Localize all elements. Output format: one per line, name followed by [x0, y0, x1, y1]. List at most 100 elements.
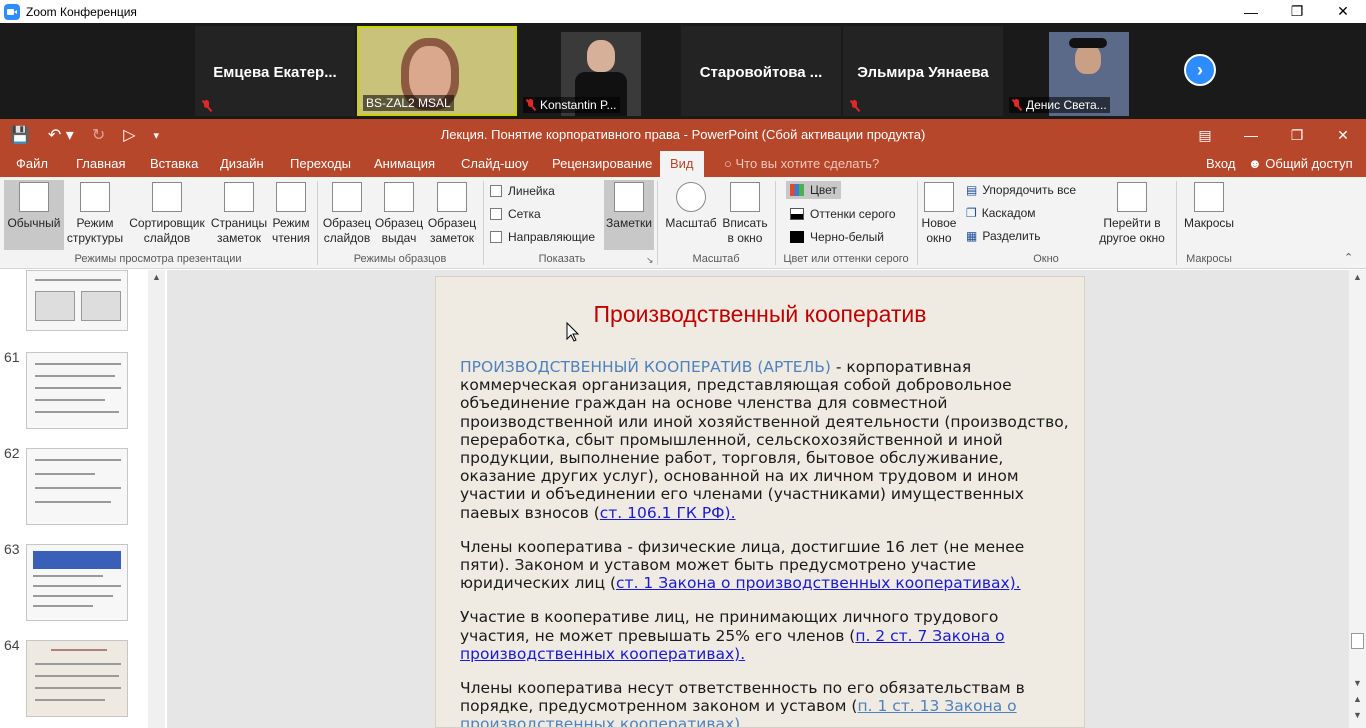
participant-label: Денис Света...	[1009, 97, 1110, 113]
close-icon[interactable]: ✕	[1320, 119, 1366, 151]
notes-page-icon	[224, 182, 254, 212]
slide-number: 61	[4, 349, 20, 365]
participant-name: Эльмира Уянаева	[857, 64, 989, 81]
participant-label: Konstantin P...	[523, 97, 620, 113]
close-icon[interactable]: ✕	[1320, 0, 1366, 23]
group-label-color: Цвет или оттенки серого	[783, 253, 909, 265]
law-link[interactable]: ст. 1 Закона о производственных кооперат…	[616, 574, 1021, 592]
slide-body[interactable]: ПРОИЗВОДСТВЕННЫЙ КООПЕРАТИВ (АРТЕЛЬ) - к…	[460, 358, 1070, 727]
split-button[interactable]: ▦ Разделить	[966, 229, 1040, 243]
arrange-all-button[interactable]: ▤ Упорядочить все	[966, 183, 1076, 197]
slide[interactable]: Производственный кооператив ПРОИЗВОДСТВЕ…	[435, 276, 1085, 728]
zoom-title-bar: Zoom Конференция — ❐ ✕	[0, 0, 1366, 23]
grayscale-icon	[790, 208, 804, 220]
slide-thumbnail[interactable]	[26, 544, 128, 621]
video-strip: Емцева Екатер... BS-ZAL2 MSAL Konstantin…	[0, 23, 1366, 119]
notes-master-button[interactable]: Образец заметок	[426, 180, 478, 246]
new-window-icon	[924, 182, 954, 212]
minimize-icon[interactable]: —	[1228, 0, 1274, 23]
tab-transitions[interactable]: Переходы	[288, 151, 353, 177]
group-label-macros: Макросы	[1186, 253, 1232, 265]
slide-title[interactable]: Производственный кооператив	[436, 301, 1084, 328]
participant-tile[interactable]: Денис Света...	[1005, 26, 1165, 116]
collapse-ribbon-icon[interactable]: ⌃	[1344, 251, 1353, 264]
participant-name: Старовойтова ...	[699, 64, 823, 81]
black-white-button[interactable]: Черно-белый	[790, 230, 884, 244]
slide-number: 64	[4, 637, 20, 653]
group-label-views: Режимы просмотра презентации	[74, 253, 242, 265]
notes-icon	[614, 182, 644, 212]
handout-master-button[interactable]: Образец выдач	[374, 180, 424, 246]
slide-thumbnail[interactable]	[26, 352, 128, 429]
color-icon	[790, 184, 804, 196]
tell-me-search[interactable]: ○ Что вы хотите сделать?	[722, 151, 881, 177]
normal-view-button[interactable]: Обычный	[4, 180, 64, 250]
notes-button[interactable]: Заметки	[604, 180, 654, 250]
slide-master-button[interactable]: Образец слайдов	[322, 180, 372, 246]
dialog-launcher-icon[interactable]: ↘	[646, 255, 654, 266]
slide-sorter-button[interactable]: Сортировщик слайдов	[126, 180, 208, 246]
tab-home[interactable]: Главная	[74, 151, 127, 177]
paragraph: Члены кооператива несут ответственность …	[460, 679, 1070, 727]
law-link[interactable]: ст. 106.1 ГК РФ).	[600, 504, 736, 522]
thumbnails-scrollbar[interactable]: ▲	[148, 270, 165, 728]
ribbon-display-options-icon[interactable]: ▤	[1182, 119, 1228, 151]
participant-tile[interactable]: Старовойтова ...	[681, 26, 841, 116]
next-page-icon[interactable]: ›	[1184, 54, 1216, 86]
group-label-zoom: Масштаб	[692, 253, 740, 265]
scroll-up-icon[interactable]: ▲	[1349, 272, 1366, 282]
tab-insert[interactable]: Вставка	[148, 151, 200, 177]
reading-view-button[interactable]: Режим чтения	[270, 180, 312, 246]
tab-slideshow[interactable]: Слайд-шоу	[459, 151, 530, 177]
notes-master-icon	[437, 182, 467, 212]
scroll-down-icon[interactable]: ▼	[1349, 678, 1366, 688]
reading-view-icon	[276, 182, 306, 212]
new-window-button[interactable]: Новое окно	[920, 180, 958, 246]
participant-name: Емцева Екатер...	[213, 64, 337, 81]
cascade-button[interactable]: ❐ Каскадом	[966, 206, 1036, 220]
tab-design[interactable]: Дизайн	[218, 151, 266, 177]
slide-thumbnail[interactable]	[26, 640, 128, 717]
share-button[interactable]: ☻ Общий доступ	[1246, 151, 1355, 177]
tab-animations[interactable]: Анимация	[372, 151, 437, 177]
next-slide-icon[interactable]: ▼	[1349, 710, 1366, 720]
participant-tile-active[interactable]: BS-ZAL2 MSAL	[357, 26, 517, 116]
slide-thumbnail[interactable]	[26, 448, 128, 525]
tab-view[interactable]: Вид	[660, 151, 704, 177]
grayscale-button[interactable]: Оттенки серого	[790, 207, 896, 221]
paragraph: Участие в кооперативе лиц, не принимающи…	[460, 608, 1005, 663]
previous-slide-icon[interactable]: ▲	[1349, 694, 1366, 704]
slide-scrollbar[interactable]: ▲ ▼ ▲ ▼	[1349, 270, 1366, 728]
notes-page-button[interactable]: Страницы заметок	[210, 180, 268, 246]
group-label-show: Показать	[538, 253, 586, 265]
scroll-up-icon[interactable]: ▲	[148, 272, 165, 282]
fit-to-window-button[interactable]: Вписать в окно	[720, 180, 770, 246]
switch-windows-button[interactable]: Перейти в другое окно	[1090, 180, 1174, 246]
signin-link[interactable]: Вход	[1204, 151, 1237, 177]
mic-muted-icon	[1012, 99, 1022, 111]
slide-thumbnail[interactable]	[26, 270, 128, 331]
outline-view-icon	[80, 182, 110, 212]
participant-tile[interactable]: Konstantin P...	[519, 26, 679, 116]
zoom-button[interactable]: Масштаб	[664, 180, 718, 231]
scrollbar-thumb[interactable]	[1351, 633, 1364, 649]
zoom-logo-icon	[4, 3, 20, 20]
minimize-icon[interactable]: —	[1228, 119, 1274, 151]
guides-checkbox[interactable]: Направляющие	[490, 230, 595, 244]
color-button[interactable]: Цвет	[786, 181, 841, 199]
tab-file[interactable]: Файл	[14, 151, 50, 177]
cascade-icon: ❐	[966, 206, 977, 220]
outline-view-button[interactable]: Режим структуры	[66, 180, 124, 246]
handout-master-icon	[384, 182, 414, 212]
tab-review[interactable]: Рецензирование	[550, 151, 654, 177]
ruler-checkbox[interactable]: Линейка	[490, 184, 555, 198]
restore-icon[interactable]: ❐	[1274, 0, 1320, 23]
restore-icon[interactable]: ❐	[1274, 119, 1320, 151]
gridlines-checkbox[interactable]: Сетка	[490, 207, 541, 221]
switch-windows-icon	[1117, 182, 1147, 212]
macros-button[interactable]: Макросы	[1180, 180, 1238, 231]
macros-icon	[1194, 182, 1224, 212]
group-label-window: Окно	[1033, 253, 1059, 265]
participant-tile[interactable]: Эльмира Уянаева	[843, 26, 1003, 116]
paragraph: ПРОИЗВОДСТВЕННЫЙ КООПЕРАТИВ (АРТЕЛЬ) - к…	[460, 358, 1069, 522]
